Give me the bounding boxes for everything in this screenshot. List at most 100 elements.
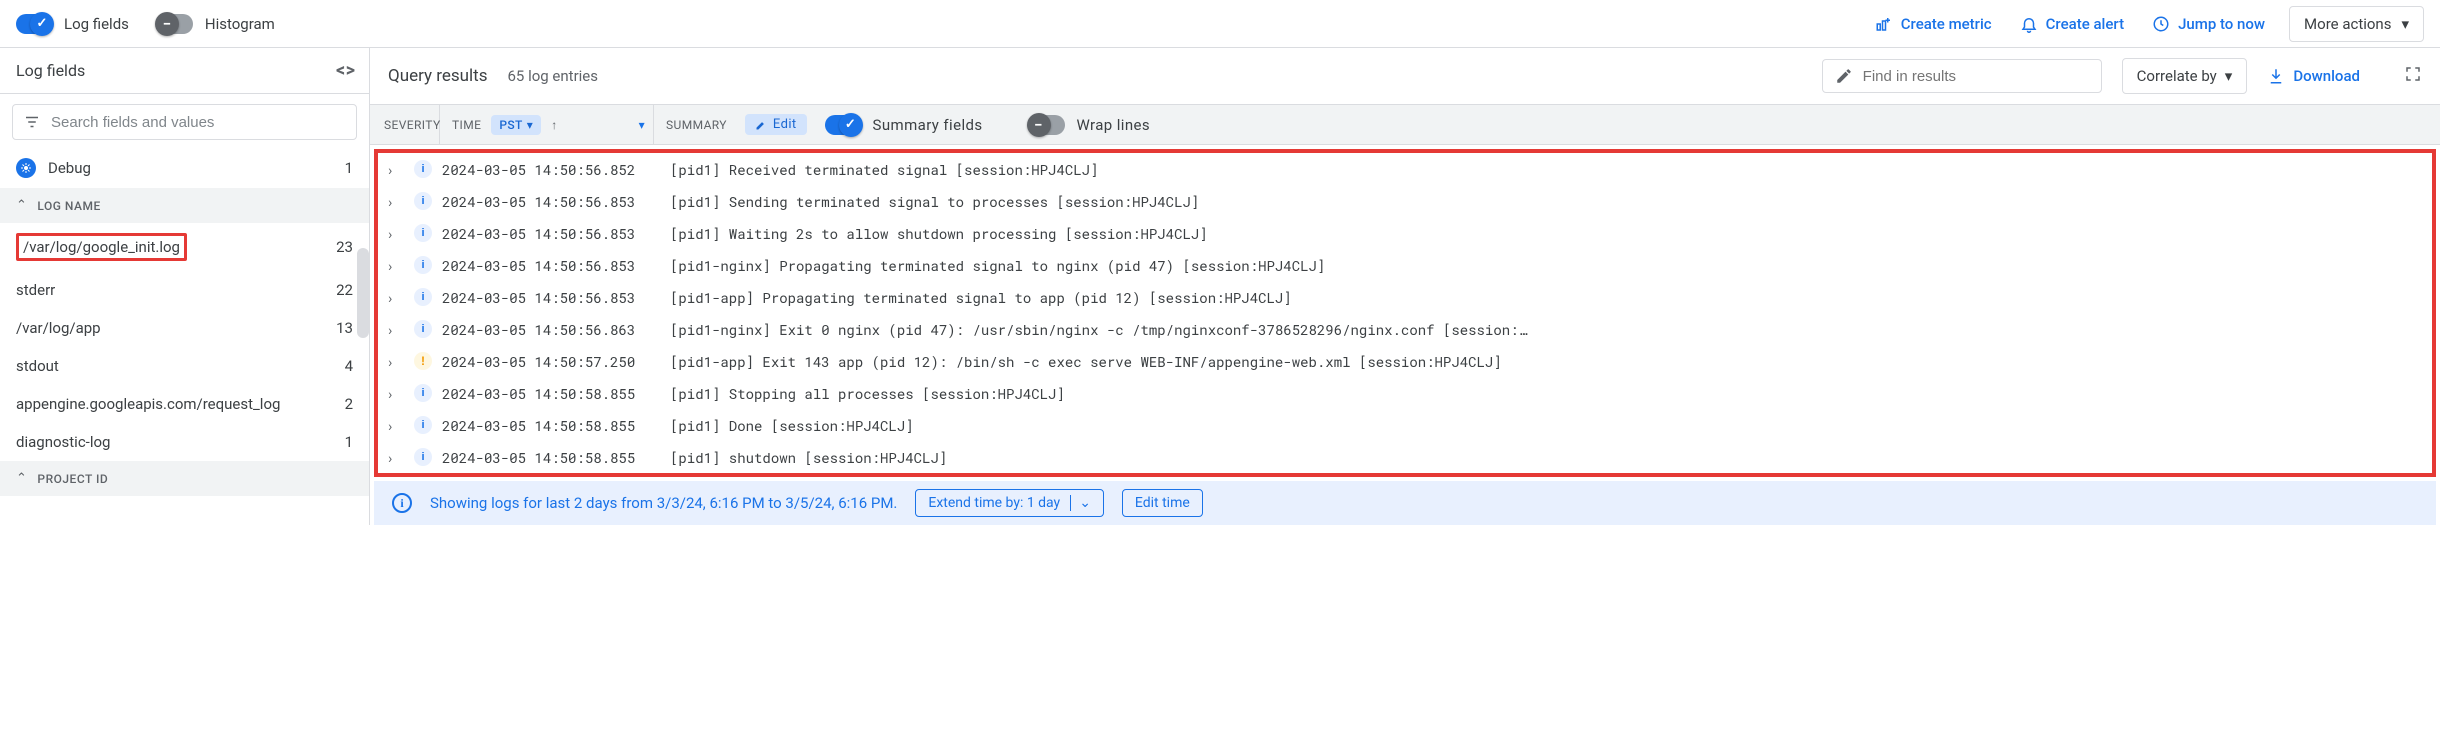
facet-logname-item[interactable]: stdout4 xyxy=(0,347,369,385)
facet-logname-item[interactable]: diagnostic-log1 xyxy=(0,423,369,461)
log-timestamp: 2024-03-05 14:50:58.855 xyxy=(438,448,660,467)
expand-row-icon[interactable]: › xyxy=(386,352,408,371)
timezone-chip[interactable]: PST ▾ xyxy=(491,115,541,135)
col-time[interactable]: TIME PST ▾ ↑ ▾ xyxy=(440,105,654,144)
edit-summary-chip[interactable]: Edit xyxy=(745,114,807,135)
log-message: [pid1] Stopping all processes [session:H… xyxy=(660,384,2424,403)
log-message: [pid1-app] Exit 143 app (pid 12): /bin/s… xyxy=(660,352,2424,371)
facet-logname-item[interactable]: stderr 22 xyxy=(0,271,369,309)
log-timestamp: 2024-03-05 14:50:56.863 xyxy=(438,320,660,339)
log-message: [pid1-nginx] Propagating terminated sign… xyxy=(660,256,2424,275)
wrap-lines-label: Wrap lines xyxy=(1077,116,1151,134)
collapse-sidebar-icon[interactable]: < > xyxy=(336,60,353,81)
summary-fields-toggle[interactable] xyxy=(825,115,861,135)
severity-icon: i xyxy=(408,192,438,210)
log-message: [pid1] Waiting 2s to allow shutdown proc… xyxy=(660,224,2424,243)
create-metric-link[interactable]: Create metric xyxy=(1875,15,1992,33)
find-in-results[interactable] xyxy=(1822,59,2102,93)
top-toolbar: Log fields Histogram Create metric Creat… xyxy=(0,0,2440,48)
log-row[interactable]: ›i2024-03-05 14:50:56.852[pid1] Received… xyxy=(378,153,2432,185)
group-projectid-label: PROJECT ID xyxy=(37,472,108,486)
facet-item-count: 1 xyxy=(345,433,353,451)
facet-item-label: /var/log/app xyxy=(16,319,101,337)
severity-icon: i xyxy=(408,320,438,338)
log-message: [pid1] Done [session:HPJ4CLJ] xyxy=(660,416,2424,435)
download-link[interactable]: Download xyxy=(2267,67,2360,85)
log-row[interactable]: ›!2024-03-05 14:50:57.250[pid1-app] Exit… xyxy=(378,345,2432,377)
extend-time-dropdown-icon[interactable]: ⌄ xyxy=(1070,495,1091,511)
log-row[interactable]: ›i2024-03-05 14:50:56.853[pid1-nginx] Pr… xyxy=(378,249,2432,281)
log-message: [pid1] shutdown [session:HPJ4CLJ] xyxy=(660,448,2424,467)
log-row[interactable]: ›i2024-03-05 14:50:56.863[pid1-nginx] Ex… xyxy=(378,313,2432,345)
pencil-icon xyxy=(755,119,767,131)
expand-row-icon[interactable]: › xyxy=(386,448,408,467)
chevron-up-icon: ⌃ xyxy=(16,198,27,213)
time-col-menu-icon[interactable]: ▾ xyxy=(639,118,645,132)
facet-debug[interactable]: Debug 1 xyxy=(0,148,369,188)
severity-icon: i xyxy=(408,384,438,402)
expand-row-icon[interactable]: › xyxy=(386,224,408,243)
severity-icon: ! xyxy=(408,352,438,370)
extend-time-button[interactable]: Extend time by: 1 day ⌄ xyxy=(915,489,1104,517)
jump-to-now-link[interactable]: Jump to now xyxy=(2152,15,2265,33)
correlate-by-button[interactable]: Correlate by ▾ xyxy=(2122,58,2248,94)
log-row[interactable]: ›i2024-03-05 14:50:56.853[pid1-app] Prop… xyxy=(378,281,2432,313)
severity-icon: i xyxy=(408,256,438,274)
log-row[interactable]: ›i2024-03-05 14:50:58.855[pid1] Stopping… xyxy=(378,377,2432,409)
sidebar-scrollbar[interactable] xyxy=(357,248,369,338)
log-row[interactable]: ›i2024-03-05 14:50:58.855[pid1] shutdown… xyxy=(378,441,2432,473)
wrap-lines-toggle[interactable] xyxy=(1029,115,1065,135)
severity-icon: i xyxy=(408,448,438,466)
facet-item-count: 22 xyxy=(336,281,353,299)
expand-row-icon[interactable]: › xyxy=(386,416,408,435)
facet-item-label: stderr xyxy=(16,281,55,299)
group-header-projectid[interactable]: ⌃ PROJECT ID xyxy=(0,461,369,496)
log-fields-toggle[interactable] xyxy=(16,14,52,34)
fullscreen-icon[interactable] xyxy=(2404,65,2422,88)
create-alert-link[interactable]: Create alert xyxy=(2020,15,2124,33)
log-row[interactable]: ›i2024-03-05 14:50:58.855[pid1] Done [se… xyxy=(378,409,2432,441)
group-header-logname[interactable]: ⌃ LOG NAME xyxy=(0,188,369,223)
sidebar-title: Log fields xyxy=(16,61,85,80)
log-row[interactable]: ›i2024-03-05 14:50:56.853[pid1] Waiting … xyxy=(378,217,2432,249)
jump-to-now-label: Jump to now xyxy=(2178,15,2265,33)
sort-ascending-icon[interactable]: ↑ xyxy=(551,118,557,132)
facet-logname-item[interactable]: appengine.googleapis.com/request_log2 xyxy=(0,385,369,423)
correlate-by-label: Correlate by xyxy=(2137,67,2217,85)
log-message: [pid1] Sending terminated signal to proc… xyxy=(660,192,2424,211)
clock-icon xyxy=(2152,15,2170,33)
log-timestamp: 2024-03-05 14:50:56.853 xyxy=(438,256,660,275)
expand-row-icon[interactable]: › xyxy=(386,160,408,179)
expand-row-icon[interactable]: › xyxy=(386,320,408,339)
severity-icon: i xyxy=(408,288,438,306)
expand-row-icon[interactable]: › xyxy=(386,288,408,307)
filter-icon xyxy=(23,113,41,131)
log-timestamp: 2024-03-05 14:50:58.855 xyxy=(438,384,660,403)
edit-time-button[interactable]: Edit time xyxy=(1122,489,1203,517)
facet-logname-item[interactable]: /var/log/app13 xyxy=(0,309,369,347)
log-timestamp: 2024-03-05 14:50:56.853 xyxy=(438,288,660,307)
log-fields-sidebar: Log fields < > Debug 1 ⌃ LOG NAME /var/l… xyxy=(0,48,370,525)
log-timestamp: 2024-03-05 14:50:56.853 xyxy=(438,224,660,243)
col-severity[interactable]: SEVERITY xyxy=(378,105,440,144)
caret-down-icon: ▾ xyxy=(2401,15,2409,33)
facet-logname-item[interactable]: /var/log/google_init.log23 xyxy=(0,223,369,271)
find-in-results-input[interactable] xyxy=(1863,68,2089,85)
wrap-lines-toggle-group: Wrap lines xyxy=(1029,115,1151,135)
chevron-up-icon: ⌃ xyxy=(16,471,27,486)
results-header: Query results 65 log entries Correlate b… xyxy=(370,48,2440,105)
expand-row-icon[interactable]: › xyxy=(386,192,408,211)
time-range-text: Showing logs for last 2 days from 3/3/24… xyxy=(430,494,897,512)
expand-row-icon[interactable]: › xyxy=(386,384,408,403)
histogram-toggle[interactable] xyxy=(157,14,193,34)
results-count: 65 log entries xyxy=(508,67,599,85)
more-actions-button[interactable]: More actions ▾ xyxy=(2289,6,2424,42)
facet-debug-count: 1 xyxy=(345,159,353,177)
expand-row-icon[interactable]: › xyxy=(386,256,408,275)
sidebar-search[interactable] xyxy=(12,104,357,140)
log-row[interactable]: ›i2024-03-05 14:50:56.853[pid1] Sending … xyxy=(378,185,2432,217)
sidebar-search-input[interactable] xyxy=(51,114,346,131)
more-actions-label: More actions xyxy=(2304,15,2391,33)
summary-fields-label: Summary fields xyxy=(873,116,983,134)
severity-icon: i xyxy=(408,160,438,178)
